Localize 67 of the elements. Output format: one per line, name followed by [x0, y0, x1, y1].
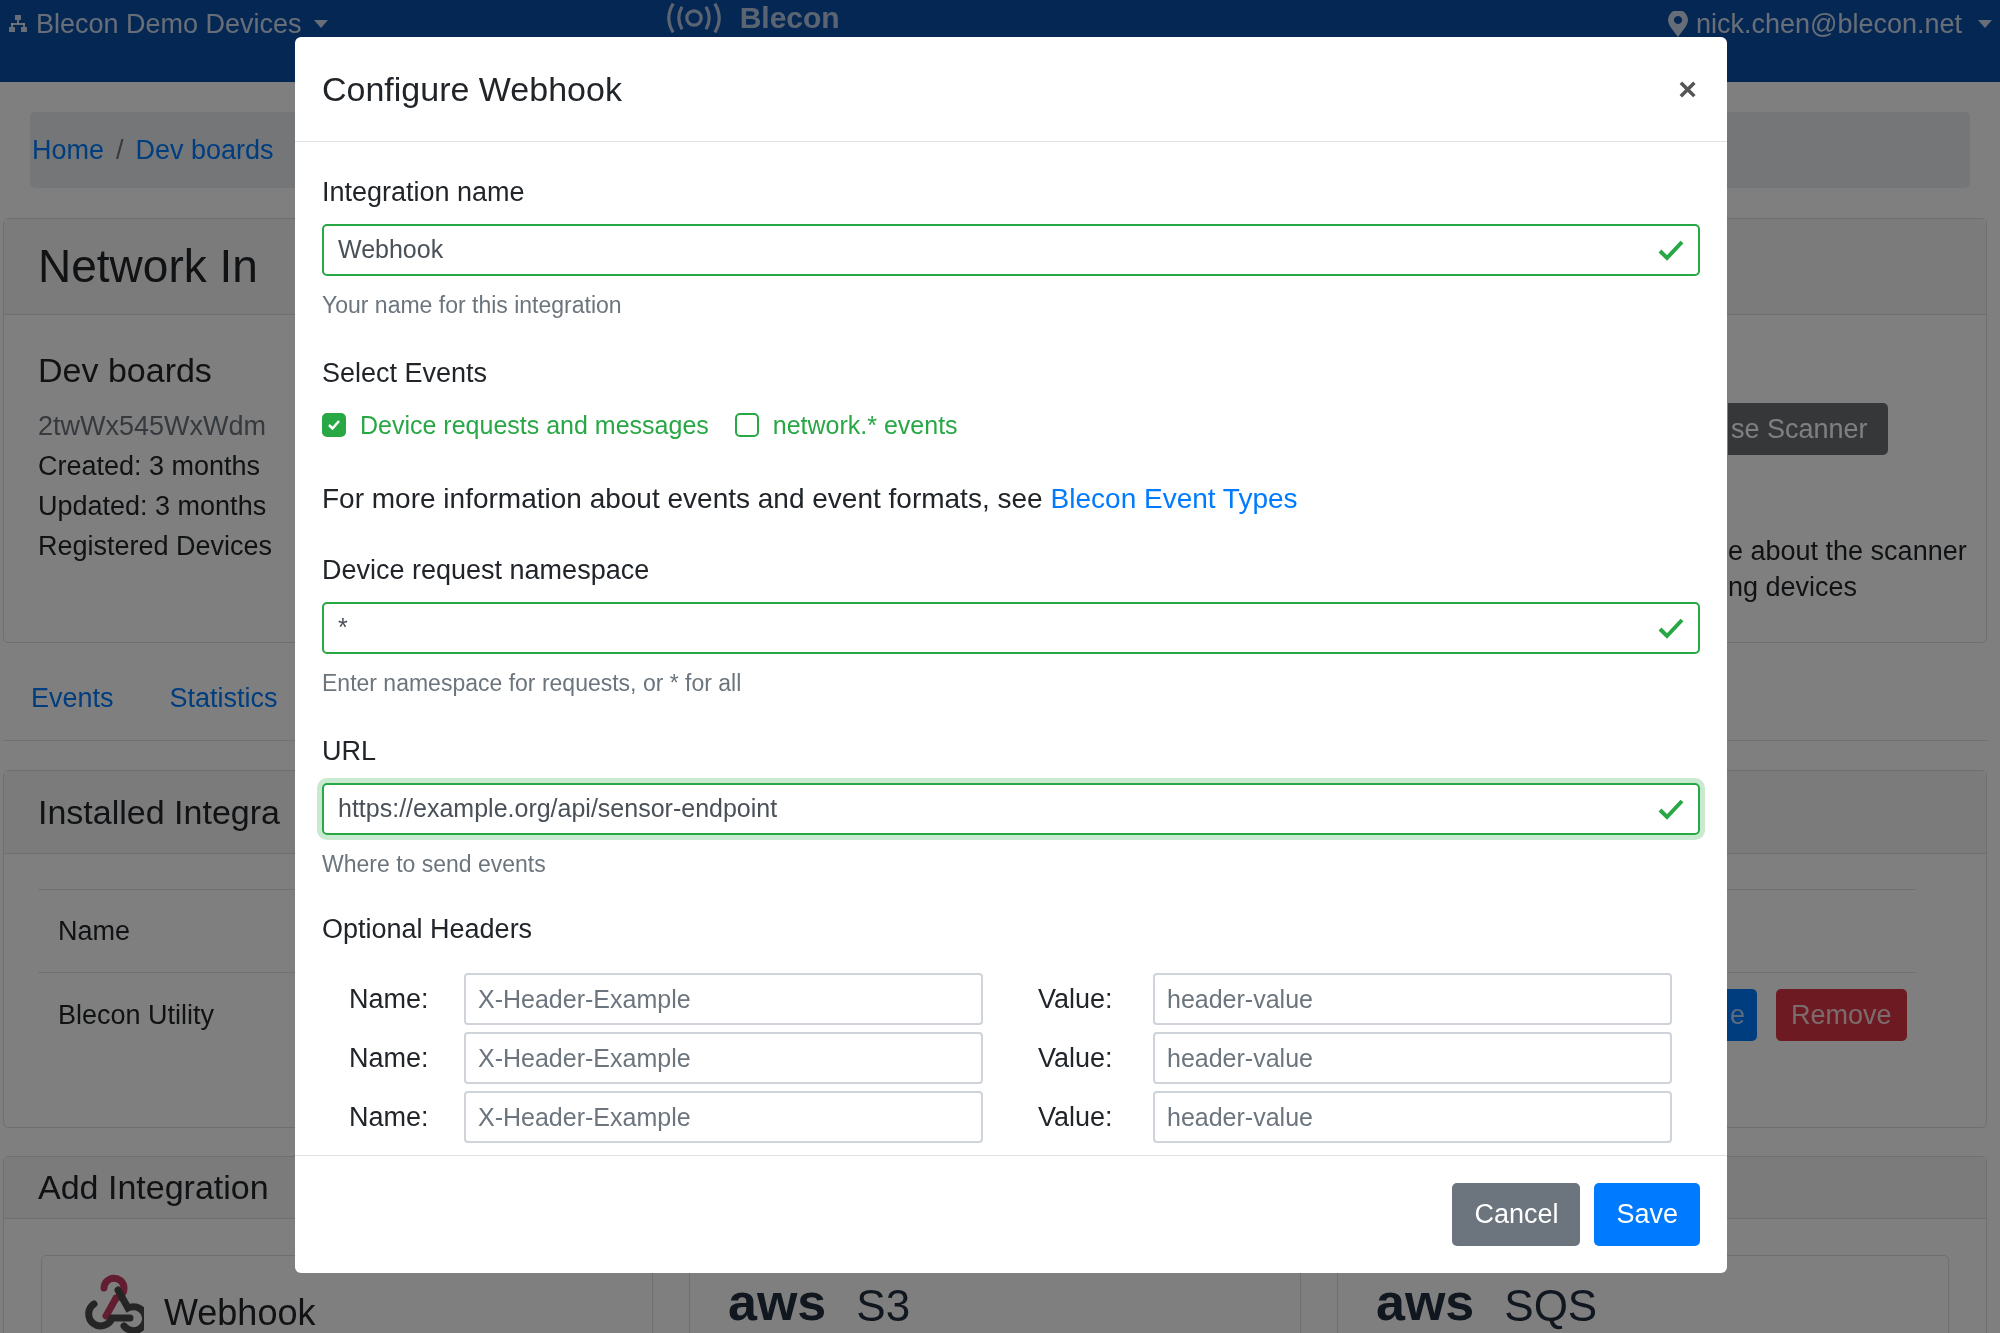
caret-icon: [1978, 20, 1992, 29]
network-detail: Registered Devices: [38, 530, 274, 563]
field-label: Device request namespace: [322, 554, 651, 587]
field-label: URL: [322, 734, 377, 768]
aws-logo-text: aws: [728, 1276, 827, 1328]
scanner-note: e about the scanner: [1728, 535, 1967, 568]
field-label: Select Events: [322, 356, 489, 390]
field-label: Value:: [1037, 983, 1114, 1016]
help-text: Enter namespace for requests, or * for all: [322, 669, 743, 698]
header-value-field[interactable]: header-value: [1153, 1032, 1672, 1084]
field-label: Value:: [1037, 1042, 1114, 1075]
event-checkbox[interactable]: network.* events: [734, 406, 958, 444]
table-cell: Blecon Utility: [58, 999, 215, 1030]
help-text: Where to send events: [322, 849, 547, 879]
breadcrumb-link[interactable]: Dev boards: [135, 129, 274, 171]
check-icon: [327, 419, 341, 432]
header-name-field[interactable]: X-Header-Example: [464, 1091, 983, 1143]
header-name-field[interactable]: X-Header-Example: [464, 973, 983, 1025]
network-detail: Updated: 3 months: [38, 490, 268, 523]
checkmark-icon: [1658, 617, 1684, 639]
help-text: Your name for this integration: [322, 291, 623, 320]
network-id: 2twWx545WxWdm: [38, 410, 268, 443]
header-value-field[interactable]: header-value: [1153, 1091, 1672, 1143]
header-value-field[interactable]: header-value: [1153, 973, 1672, 1025]
field-label: Integration name: [322, 176, 526, 209]
card-title: Installed Integra: [38, 791, 280, 833]
scanner-note: ng devices: [1728, 571, 1859, 604]
field-label: Optional Headers: [322, 913, 534, 946]
event-checkbox[interactable]: Device requests and messages: [322, 406, 709, 444]
page-title: Network In: [38, 239, 258, 294]
option-label: Webhook: [164, 1291, 316, 1333]
breadcrumb-separator: /: [116, 133, 124, 167]
modal-title: Configure Webhook: [322, 68, 622, 110]
scanner-button[interactable]: se Scanner: [1728, 403, 1888, 455]
hierarchy-icon: [8, 14, 28, 35]
field-label: Name:: [349, 1042, 430, 1075]
service-name: S3: [856, 1284, 911, 1328]
header-name-field[interactable]: X-Header-Example: [464, 1032, 983, 1084]
save-button[interactable]: Save: [1594, 1183, 1700, 1246]
close-button[interactable]: ×: [1678, 65, 1697, 113]
checkmark-icon: [1658, 797, 1684, 820]
tab[interactable]: Statistics: [169, 678, 278, 719]
field-label: Value:: [1037, 1101, 1114, 1134]
checkbox[interactable]: [322, 413, 346, 438]
checkbox[interactable]: [734, 413, 759, 438]
caret-icon: [313, 20, 328, 29]
info-text: For more information about events and event formats, see: [322, 482, 1043, 516]
event-types-link[interactable]: Blecon Event Types: [1050, 478, 1298, 520]
network-detail: Created: 3 months: [38, 450, 262, 483]
network-name: Dev boards: [38, 350, 213, 391]
cancel-button[interactable]: Cancel: [1452, 1183, 1581, 1246]
breadcrumb-link[interactable]: Home: [32, 129, 105, 171]
service-name: SQS: [1504, 1284, 1598, 1328]
user-menu[interactable]: nick.chen@blecon.net: [1667, 4, 1992, 45]
field-label: Name:: [349, 983, 430, 1016]
field-label: Name:: [349, 1101, 430, 1134]
text-field[interactable]: Webhook: [322, 224, 1700, 276]
checkmark-icon: [1658, 239, 1684, 261]
tab[interactable]: Events: [31, 678, 114, 719]
logo-text: Blecon: [739, 0, 840, 36]
text-field[interactable]: *: [322, 602, 1700, 654]
org-menu[interactable]: Blecon Demo Devices: [8, 4, 328, 45]
card-title: Add Integration: [38, 1167, 269, 1208]
aws-logo-text: aws: [1376, 1276, 1475, 1328]
column-header: Name: [58, 914, 131, 948]
remove-button[interactable]: Remove: [1776, 989, 1907, 1041]
edit-button[interactable]: e: [1727, 989, 1758, 1041]
